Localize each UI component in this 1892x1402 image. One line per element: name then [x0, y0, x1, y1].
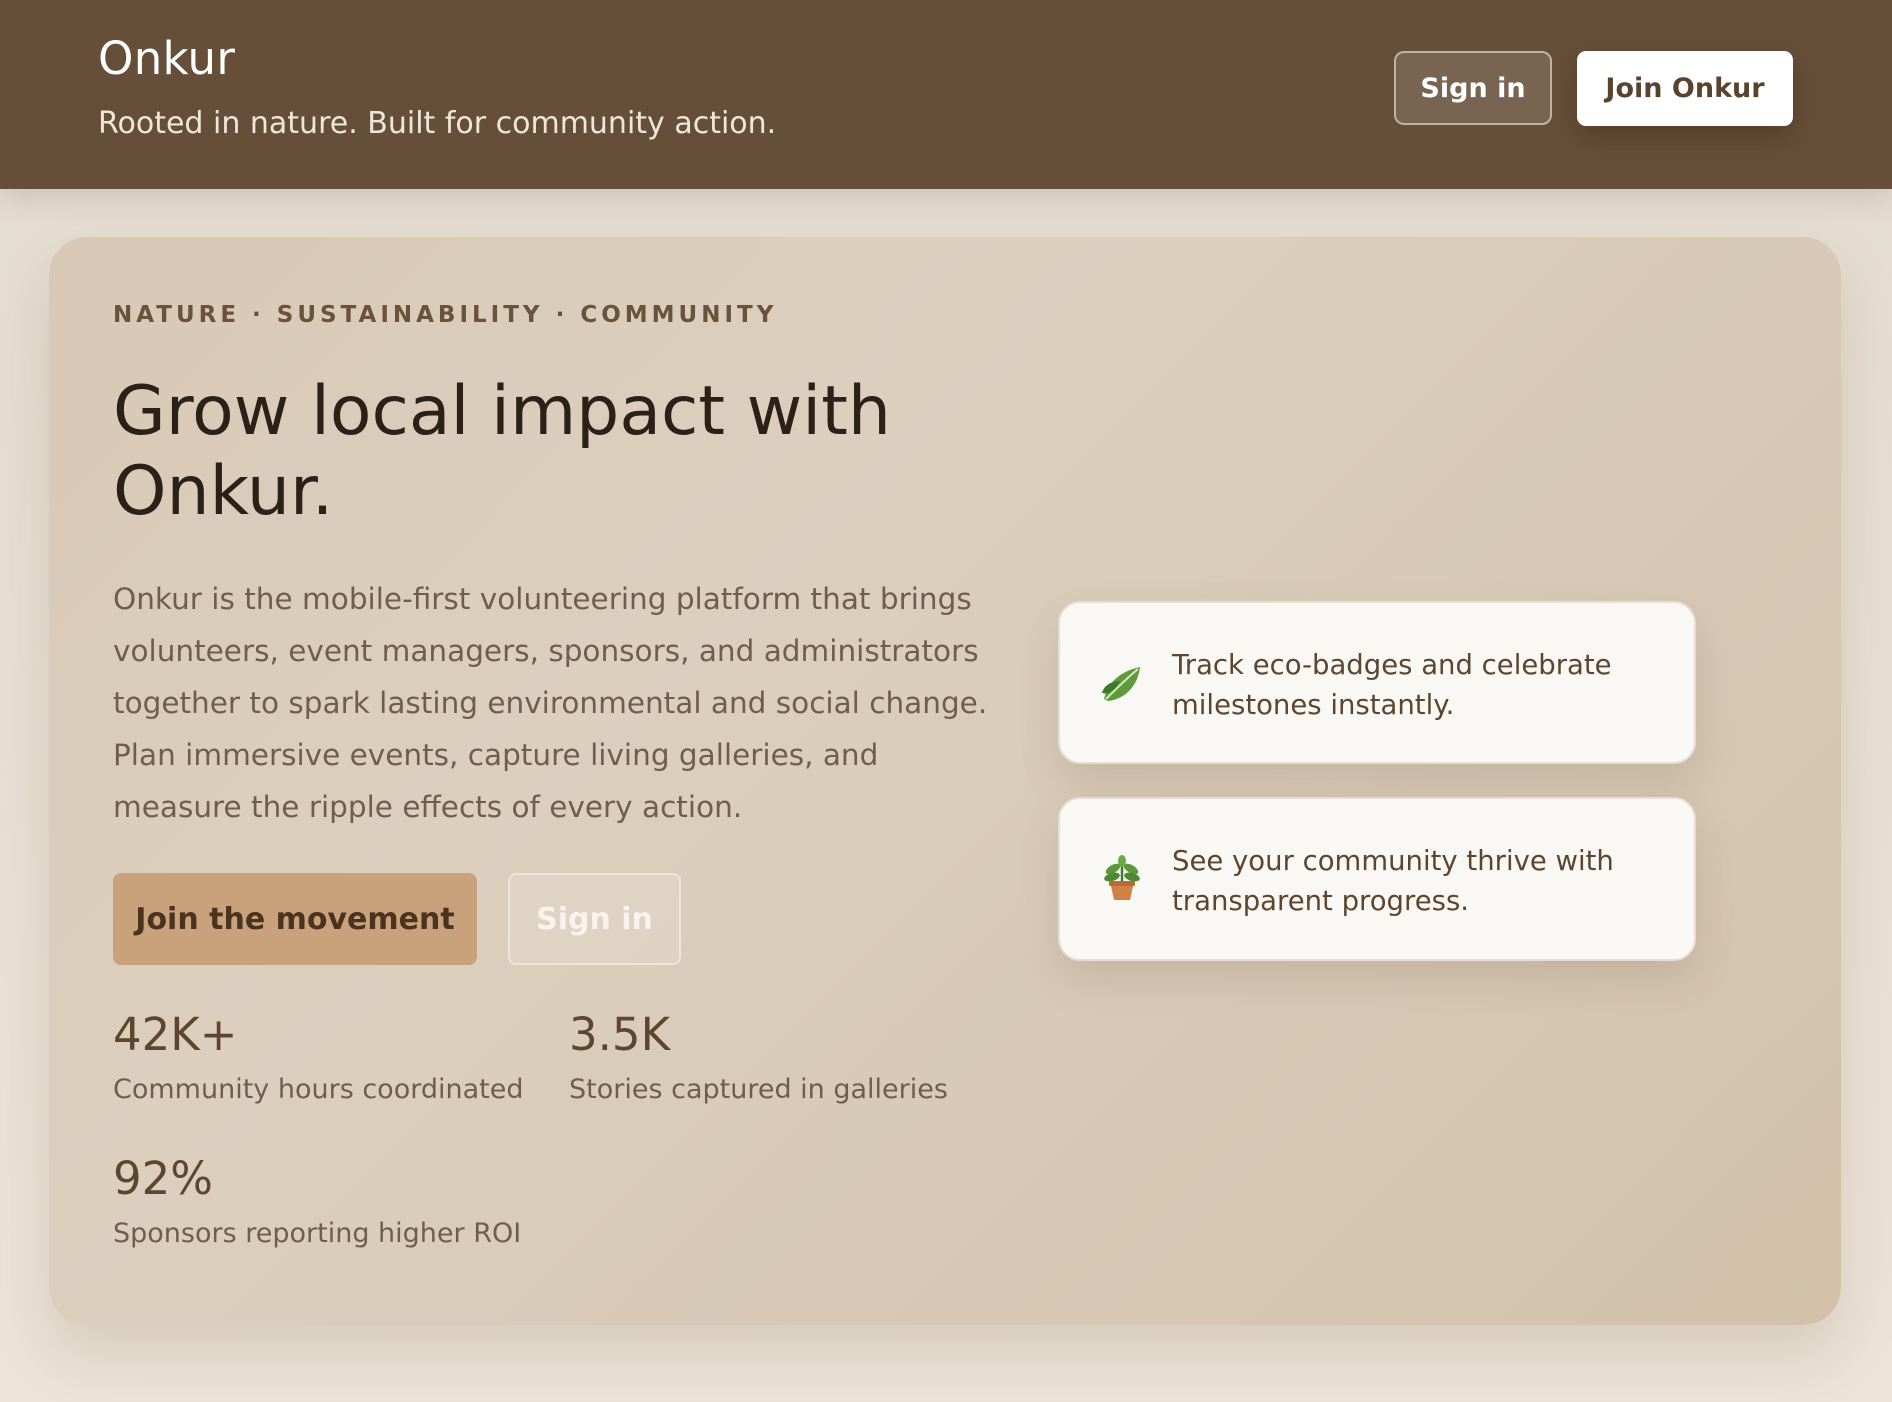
stat-value: 92%: [113, 1152, 214, 1205]
brand-title: Onkur: [98, 32, 236, 85]
stat-community-hours: 42K+ Community hours coordinated: [113, 1008, 523, 1106]
feature-card-eco-badges: Track eco-badges and celebrate milestone…: [1058, 601, 1696, 764]
join-movement-button[interactable]: Join the movement: [113, 873, 477, 965]
stat-label: Community hours coordinated: [113, 1074, 524, 1105]
hero-signin-button[interactable]: Sign in: [508, 873, 681, 965]
stat-value: 3.5K: [569, 1008, 671, 1061]
stat-value: 42K+: [113, 1008, 238, 1061]
header-signin-button[interactable]: Sign in: [1394, 51, 1552, 125]
stat-stories: 3.5K Stories captured in galleries: [569, 1008, 948, 1106]
stat-label: Stories captured in galleries: [569, 1074, 948, 1105]
feature-card-community-progress: See your community thrive with transpare…: [1058, 797, 1696, 961]
feature-text: See your community thrive with transpare…: [1172, 845, 1614, 917]
top-header: Onkur Rooted in nature. Built for commun…: [0, 0, 1892, 189]
brand-tagline: Rooted in nature. Built for community ac…: [98, 106, 777, 141]
stat-label: Sponsors reporting higher ROI: [113, 1218, 522, 1249]
feature-text: Track eco-badges and celebrate milestone…: [1172, 649, 1612, 721]
hero-eyebrow: NATURE · SUSTAINABILITY · COMMUNITY: [113, 302, 778, 328]
header-join-button[interactable]: Join Onkur: [1577, 51, 1793, 126]
leaf-icon: [1102, 667, 1140, 701]
hero-headline: Grow local impact with Onkur.: [113, 372, 891, 531]
potted-plant-icon: [1104, 855, 1140, 900]
stat-sponsors-roi: 92% Sponsors reporting higher ROI: [113, 1152, 521, 1250]
hero-description: Onkur is the mobile-first volunteering p…: [113, 582, 988, 824]
